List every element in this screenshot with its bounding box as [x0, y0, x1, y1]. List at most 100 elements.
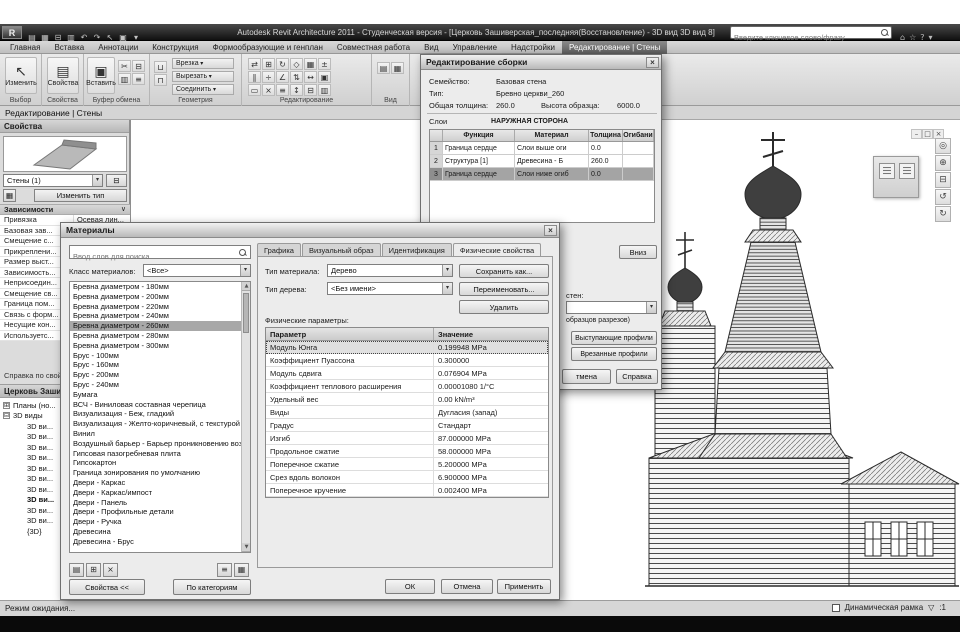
reveals-button[interactable]: Врезанные профили — [571, 347, 657, 361]
physical-param-row[interactable]: Градус Стандарт — [266, 419, 548, 432]
properties-palette-header[interactable]: Свойства — [0, 120, 129, 133]
column-header[interactable]: Значение — [434, 328, 548, 340]
split-icon[interactable]: ÷ — [262, 71, 275, 83]
view-minimize-icon[interactable]: – — [911, 129, 922, 139]
material-item[interactable]: Гипсокартон — [70, 458, 241, 468]
material-item[interactable]: Визуализация - Желто-коричневый, с текст… — [70, 419, 241, 429]
paint-icon[interactable]: ▥ — [318, 84, 331, 96]
material-item[interactable]: Брус - 100мм — [70, 351, 241, 361]
rewind-icon[interactable]: ↺ — [935, 189, 951, 205]
material-tab[interactable]: Графика — [257, 243, 301, 256]
column-header[interactable]: Параметр — [266, 328, 434, 340]
ok-button[interactable]: ОК — [385, 579, 435, 594]
selector-menu-button[interactable]: ⊟ — [106, 174, 127, 187]
rotate-icon[interactable]: ↻ — [276, 58, 289, 70]
ribbon-tab[interactable]: Вставка — [47, 41, 91, 54]
pan-icon[interactable]: ⊕ — [935, 155, 951, 171]
trim-icon[interactable]: ∠ — [276, 71, 289, 83]
move-icon[interactable]: ⇄ — [248, 58, 261, 70]
material-item[interactable]: Визуализация - Беж, гладкий — [70, 409, 241, 419]
column-header[interactable]: Огибани — [623, 130, 654, 141]
material-item[interactable]: ВСЧ - Виниловая составная черепица — [70, 400, 241, 410]
ribbon-tab[interactable]: Главная — [3, 41, 47, 54]
layer-row[interactable]: 2 Структура [1] Древесина - Б 260.0 — [430, 155, 654, 168]
apply-button[interactable]: Применить — [497, 579, 551, 594]
modify-button[interactable]: ↖ Изменить — [5, 57, 37, 94]
material-item[interactable]: Двери - Панель — [70, 498, 241, 508]
close-icon[interactable]: × — [646, 57, 659, 68]
duplicate-material-icon[interactable]: ▤ — [69, 563, 84, 577]
wood-type-dropdown[interactable]: <Без имени> — [327, 282, 453, 295]
rename-button[interactable]: Переименовать... — [459, 282, 549, 296]
elevation-icon[interactable]: ↕ — [290, 84, 303, 96]
match-type-icon[interactable]: ▥ — [118, 73, 131, 85]
scale-icon[interactable]: ± — [318, 58, 331, 70]
list-view-icon[interactable]: ≡ — [217, 563, 232, 577]
physical-param-row[interactable]: Поперечное кручение 0.002400 MPa — [266, 484, 548, 497]
scrollbar-thumb[interactable] — [243, 293, 249, 333]
type-selector-dropdown[interactable]: Стены (1) — [3, 174, 103, 187]
delete-icon[interactable]: × — [262, 84, 275, 96]
material-tab[interactable]: Идентификация — [382, 243, 452, 256]
search-icon[interactable] — [239, 249, 247, 257]
properties-button[interactable]: ▤ Свойства — [47, 57, 79, 94]
geometry-tool-button[interactable]: Врезка — [172, 58, 234, 69]
array-icon[interactable]: ▦ — [304, 58, 317, 70]
dialog-title-bar[interactable]: Материалы × — [61, 223, 559, 238]
align-icon[interactable]: ∥ — [248, 71, 261, 83]
column-header[interactable]: Материал — [515, 130, 589, 141]
material-item[interactable]: Бревна диаметром - 240мм — [70, 311, 241, 321]
tree-expander-icon[interactable]: ⊞ — [3, 402, 10, 409]
ribbon-tab[interactable]: Надстройки — [504, 41, 562, 54]
physical-param-row[interactable]: Удельный вес 0.00 kN/m³ — [266, 393, 548, 406]
material-item[interactable]: Бревна диаметром - 180мм — [70, 282, 241, 292]
dynamic-frame-checkbox[interactable] — [832, 604, 840, 612]
ribbon-tab[interactable]: Формообразующие и генплан — [206, 41, 330, 54]
material-item[interactable]: Воздушный барьер - Барьер проникновению … — [70, 439, 241, 449]
ribbon-tab[interactable]: Аннотации — [91, 41, 145, 54]
cancel-button[interactable]: Отмена — [441, 579, 493, 594]
scroll-up-icon[interactable]: ▲ — [242, 282, 251, 291]
material-item[interactable]: Брус - 160мм — [70, 360, 241, 370]
collapse-icon[interactable]: ∨ — [121, 205, 126, 215]
material-item[interactable]: Бумага — [70, 390, 241, 400]
physical-param-row[interactable]: Модуль сдвига 0.076904 MPa — [266, 367, 548, 380]
physical-param-row[interactable]: Коэффициент теплового расширения 0.00001… — [266, 380, 548, 393]
physical-param-row[interactable]: Коэффициент Пуассона 0.300000 — [266, 354, 548, 367]
layer-row[interactable]: 3 Граница сердце Слои ниже огиб 0.0 — [430, 168, 654, 181]
column-header[interactable] — [430, 130, 443, 141]
material-tab[interactable]: Физические свойства — [453, 243, 541, 256]
extend-icon[interactable]: ↔ — [304, 71, 317, 83]
material-item[interactable]: Древесина — [70, 527, 241, 537]
column-header[interactable]: Толщина — [589, 130, 623, 141]
dialog-title-bar[interactable]: Редактирование сборки × — [421, 55, 661, 70]
material-search-input[interactable] — [70, 251, 236, 263]
unpin-icon[interactable]: ▭ — [248, 84, 261, 96]
physical-param-row[interactable]: Продольное сжатие 58.000000 MPa — [266, 445, 548, 458]
zoom-icon[interactable]: ⊟ — [935, 172, 951, 188]
material-item[interactable]: Граница зонирования по умолчанию — [70, 468, 241, 478]
material-item[interactable]: Двери - Каркас — [70, 478, 241, 488]
cut-icon[interactable]: ✂ — [118, 60, 131, 72]
offset-icon[interactable]: ⇅ — [290, 71, 303, 83]
scroll-down-icon[interactable]: ▼ — [242, 543, 251, 552]
geometry-tool-button[interactable]: Соединить — [172, 84, 234, 95]
mini-toolbar-button[interactable] — [899, 163, 915, 179]
delete-material-icon[interactable]: × — [103, 563, 118, 577]
mirror-icon[interactable]: ◇ — [290, 58, 303, 70]
close-icon[interactable]: × — [544, 225, 557, 236]
vertical-structure-dropdown[interactable] — [566, 301, 657, 314]
join-icon[interactable]: ⊟ — [304, 84, 317, 96]
ribbon-tab[interactable]: Редактирование | Стены — [562, 41, 667, 54]
edit-type-button[interactable]: Изменить тип — [34, 189, 127, 202]
pin-icon[interactable]: ▣ — [318, 71, 331, 83]
orbit-icon[interactable]: ↻ — [935, 206, 951, 222]
material-tab[interactable]: Визуальный образ — [302, 243, 381, 256]
ribbon-tab[interactable]: Управление — [446, 41, 504, 54]
copy-tool-icon[interactable]: ⊞ — [262, 58, 275, 70]
down-button[interactable]: Вниз — [619, 245, 657, 259]
material-item[interactable]: Бревна диаметром - 300мм — [70, 341, 241, 351]
material-type-dropdown[interactable]: Дерево — [327, 264, 453, 277]
layer-row[interactable]: 1 Граница сердце Слои выше оги 0.0 — [430, 142, 654, 155]
paste-button[interactable]: ▣ Вставить — [87, 57, 115, 94]
